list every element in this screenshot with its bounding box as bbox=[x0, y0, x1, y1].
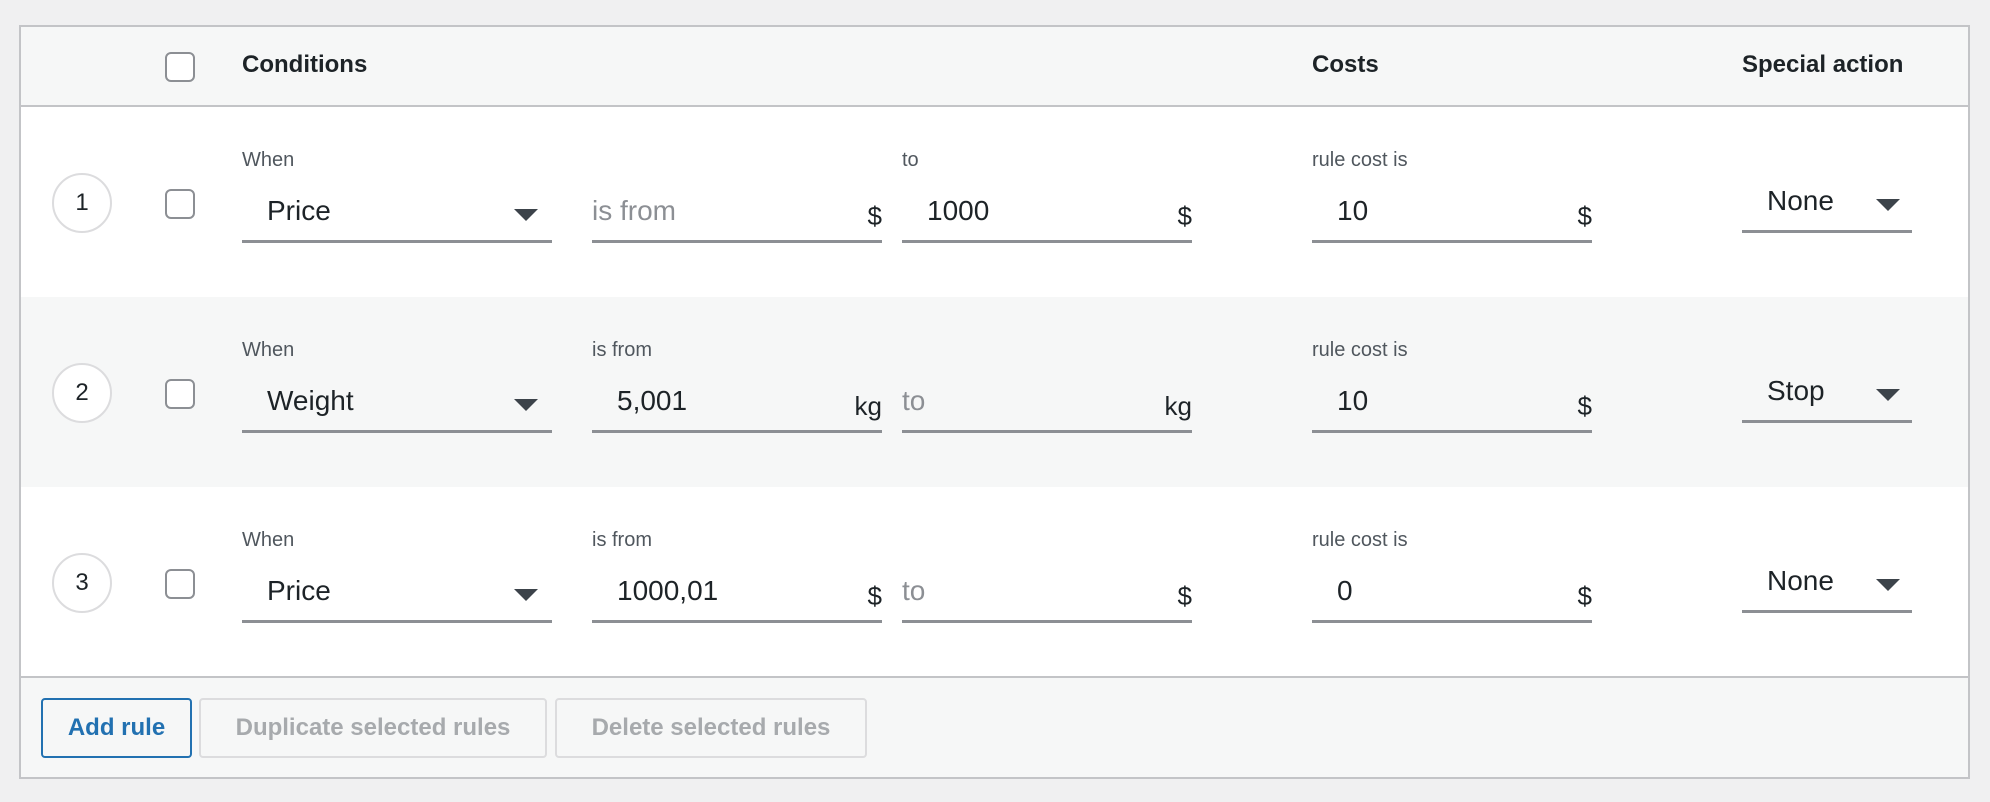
rule-checkbox[interactable] bbox=[165, 189, 195, 219]
rule-checkbox[interactable] bbox=[165, 379, 195, 409]
chevron-down-icon[interactable] bbox=[514, 209, 538, 221]
cost-label: rule cost is bbox=[1312, 149, 1408, 171]
rule-number: 2 bbox=[52, 363, 112, 423]
from-input-value: is from bbox=[592, 195, 676, 226]
from-input-value: 1000,01 bbox=[617, 575, 719, 606]
special-action-select[interactable]: None bbox=[1742, 557, 1912, 613]
header-costs: Costs bbox=[1312, 51, 1379, 78]
special-action-value: None bbox=[1767, 565, 1834, 596]
rule-number: 3 bbox=[52, 553, 112, 613]
condition-select-value: Price bbox=[267, 195, 331, 226]
special-action-value: None bbox=[1767, 185, 1834, 216]
condition-select-value: Price bbox=[267, 575, 331, 606]
select-all-checkbox[interactable] bbox=[165, 52, 195, 82]
delete-selected-rules-button[interactable]: Delete selected rules bbox=[555, 698, 867, 758]
to-input-value: to bbox=[902, 385, 926, 416]
table-footer: Add rule Duplicate selected rules Delete… bbox=[21, 676, 1968, 777]
cost-input[interactable]: 0 $ bbox=[1312, 567, 1592, 623]
cost-input-value: 0 bbox=[1337, 575, 1353, 606]
cost-input[interactable]: 10 $ bbox=[1312, 187, 1592, 243]
from-input-unit: $ bbox=[867, 201, 882, 231]
table-header: Conditions Costs Special action bbox=[21, 27, 1968, 107]
from-input[interactable]: 1000,01 $ bbox=[592, 567, 882, 623]
rule-checkbox[interactable] bbox=[165, 569, 195, 599]
cost-input-unit: $ bbox=[1577, 201, 1592, 231]
chevron-down-icon[interactable] bbox=[514, 399, 538, 411]
special-action-select[interactable]: Stop bbox=[1742, 367, 1912, 423]
rule-row: 3 When is from rule cost is Price 1000,0… bbox=[21, 487, 1968, 677]
when-label: When bbox=[242, 149, 295, 171]
chevron-down-icon[interactable] bbox=[1876, 579, 1900, 591]
rule-row: 1 When to rule cost is Price is from $ 1… bbox=[21, 107, 1968, 297]
to-input[interactable]: to $ bbox=[902, 567, 1192, 623]
chevron-down-icon[interactable] bbox=[514, 589, 538, 601]
to-input[interactable]: 1000 $ bbox=[902, 187, 1192, 243]
add-rule-button[interactable]: Add rule bbox=[41, 698, 192, 758]
chevron-down-icon[interactable] bbox=[1876, 199, 1900, 211]
to-input-unit: $ bbox=[1177, 581, 1192, 611]
cost-label: rule cost is bbox=[1312, 529, 1408, 551]
from-input-value: 5,001 bbox=[617, 385, 688, 416]
rule-number: 1 bbox=[52, 173, 112, 233]
special-action-value: Stop bbox=[1767, 375, 1825, 406]
condition-select[interactable]: Price bbox=[242, 187, 552, 243]
condition-select[interactable]: Price bbox=[242, 567, 552, 623]
from-label: is from bbox=[592, 529, 652, 551]
to-input-value: to bbox=[902, 575, 926, 606]
rule-row: 2 When is from rule cost is Weight 5,001… bbox=[21, 297, 1968, 487]
cost-input-unit: $ bbox=[1577, 391, 1592, 421]
cost-input-unit: $ bbox=[1577, 581, 1592, 611]
duplicate-selected-rules-button[interactable]: Duplicate selected rules bbox=[199, 698, 547, 758]
to-input-value: 1000 bbox=[927, 195, 990, 226]
header-conditions: Conditions bbox=[242, 51, 368, 78]
header-special-action: Special action bbox=[1742, 51, 1904, 78]
to-label: to bbox=[902, 149, 919, 171]
special-action-select[interactable]: None bbox=[1742, 177, 1912, 233]
from-input-unit: kg bbox=[854, 391, 882, 421]
cost-input[interactable]: 10 $ bbox=[1312, 377, 1592, 433]
from-label: is from bbox=[592, 339, 652, 361]
from-input[interactable]: is from $ bbox=[592, 187, 882, 243]
when-label: When bbox=[242, 339, 295, 361]
cost-label: rule cost is bbox=[1312, 339, 1408, 361]
to-input[interactable]: to kg bbox=[902, 377, 1192, 433]
rules-table: Conditions Costs Special action 1 When t… bbox=[19, 25, 1970, 779]
to-input-unit: kg bbox=[1164, 391, 1192, 421]
cost-input-value: 10 bbox=[1337, 385, 1369, 416]
condition-select-value: Weight bbox=[267, 385, 354, 416]
from-input[interactable]: 5,001 kg bbox=[592, 377, 882, 433]
when-label: When bbox=[242, 529, 295, 551]
from-input-unit: $ bbox=[867, 581, 882, 611]
chevron-down-icon[interactable] bbox=[1876, 389, 1900, 401]
condition-select[interactable]: Weight bbox=[242, 377, 552, 433]
to-input-unit: $ bbox=[1177, 201, 1192, 231]
cost-input-value: 10 bbox=[1337, 195, 1369, 226]
